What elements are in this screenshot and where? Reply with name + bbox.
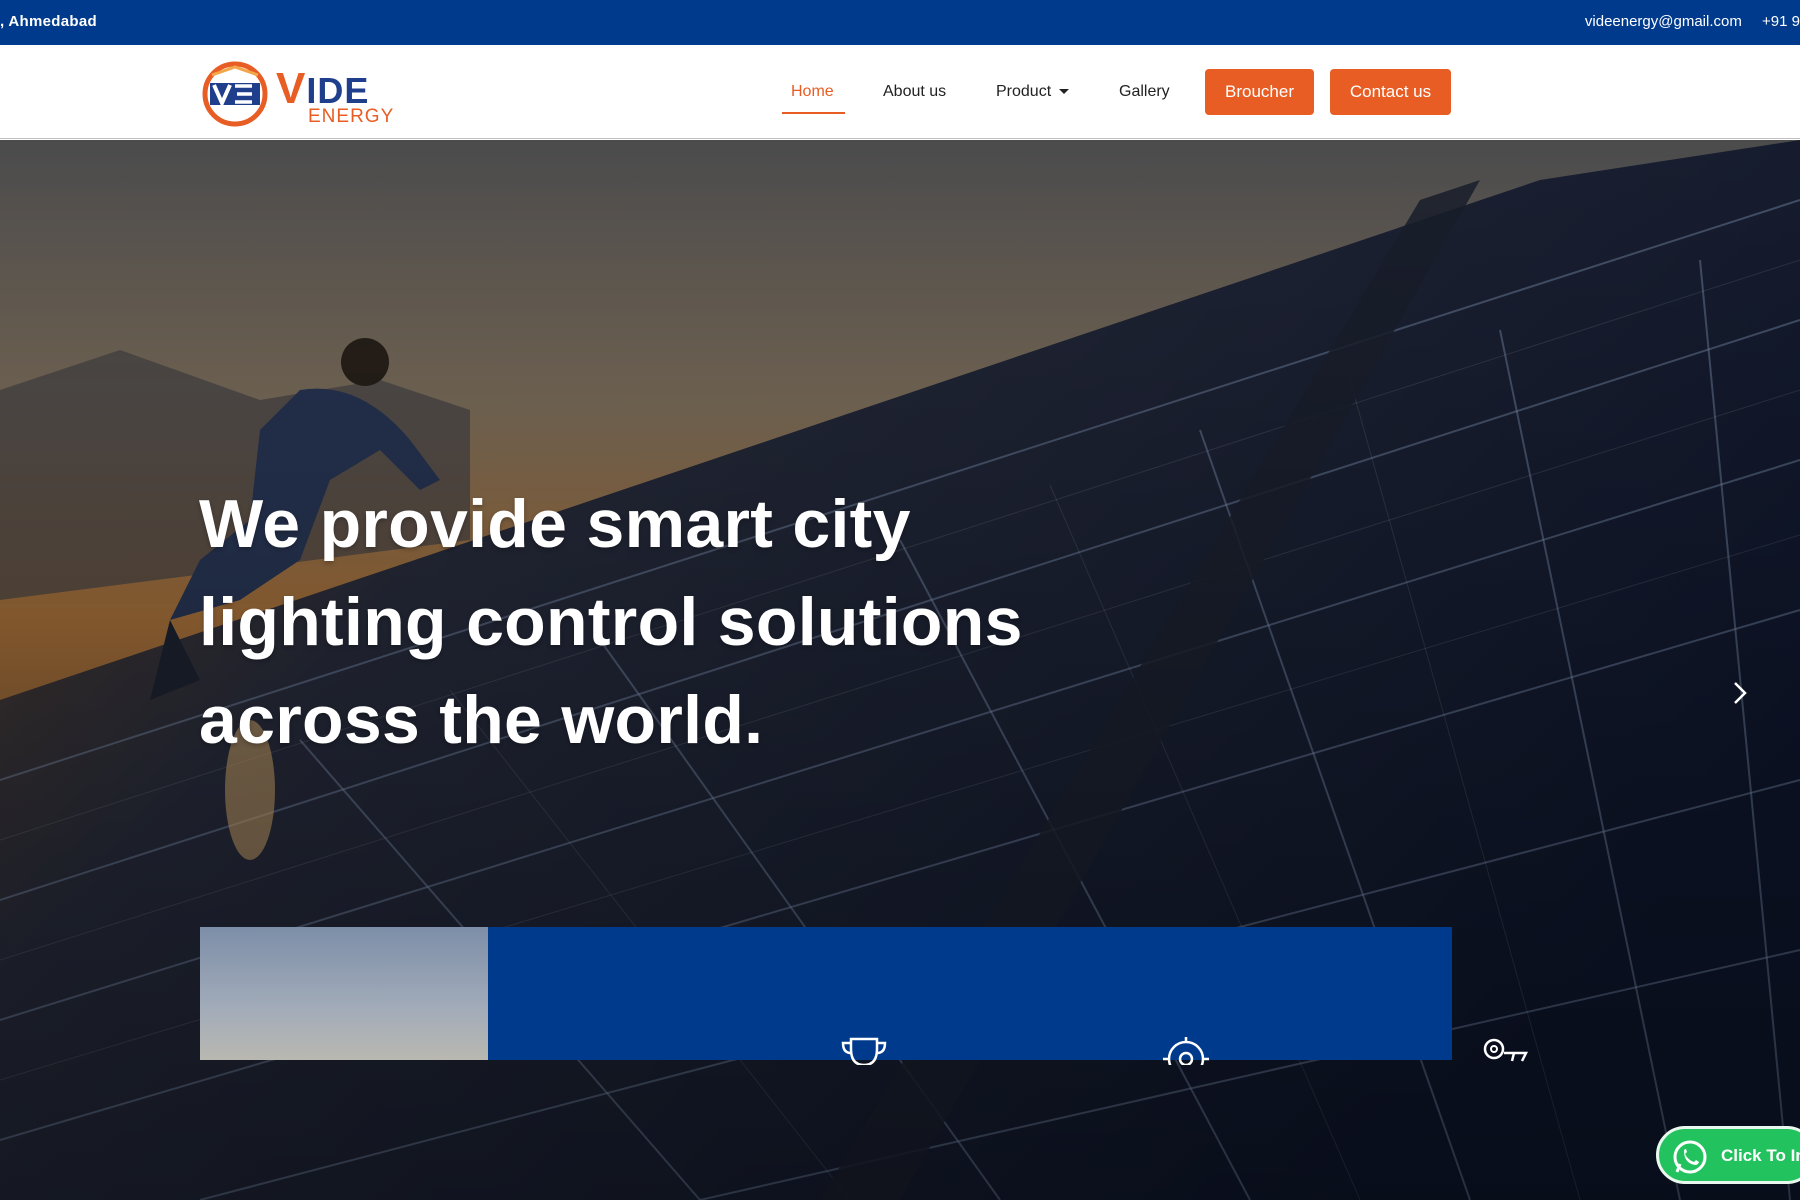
features-strip — [200, 927, 1529, 1065]
address-text: , Ahmedabad — [0, 13, 97, 30]
caret-down-icon — [1059, 89, 1070, 95]
whatsapp-label: Click To In — [1721, 1146, 1800, 1165]
contact-info: videenergy@gmail.com +91 9 — [1585, 13, 1800, 30]
chevron-right-icon[interactable] — [1728, 678, 1752, 708]
phone-link[interactable]: +91 9 — [1762, 13, 1800, 30]
features-photo — [200, 927, 488, 1060]
hero-heading: We provide smart city lighting control s… — [199, 475, 1099, 769]
nav-about-us[interactable]: About us — [883, 83, 946, 101]
target-icon — [1163, 1037, 1209, 1065]
trophy-icon — [841, 1037, 887, 1065]
nav-gallery[interactable]: Gallery — [1119, 83, 1170, 101]
nav-product[interactable]: Product — [996, 83, 1070, 101]
key-icon — [1483, 1038, 1529, 1062]
whatsapp-icon — [1673, 1140, 1707, 1174]
nav-home[interactable]: Home — [791, 83, 834, 101]
nav-product-label: Product — [996, 83, 1052, 100]
active-underline — [782, 112, 845, 114]
hero-heading-line: We provide smart city — [199, 486, 911, 562]
main-menu: Home About us Product Gallery Broucher C… — [0, 45, 1800, 139]
top-bar: , Ahmedabad videenergy@gmail.com +91 9 — [0, 0, 1800, 45]
broucher-button[interactable]: Broucher — [1205, 69, 1314, 115]
whatsapp-button[interactable]: Click To In — [1656, 1126, 1800, 1184]
contact-us-button[interactable]: Contact us — [1330, 69, 1451, 115]
features-panel — [488, 927, 1529, 1065]
hero-heading-line: across the world. — [199, 682, 764, 758]
navbar: VIDE ENERGY Home About us Product Galler… — [0, 45, 1800, 139]
hero-heading-line: lighting control solutions — [199, 584, 1023, 660]
email-link[interactable]: videenergy@gmail.com — [1585, 13, 1742, 30]
